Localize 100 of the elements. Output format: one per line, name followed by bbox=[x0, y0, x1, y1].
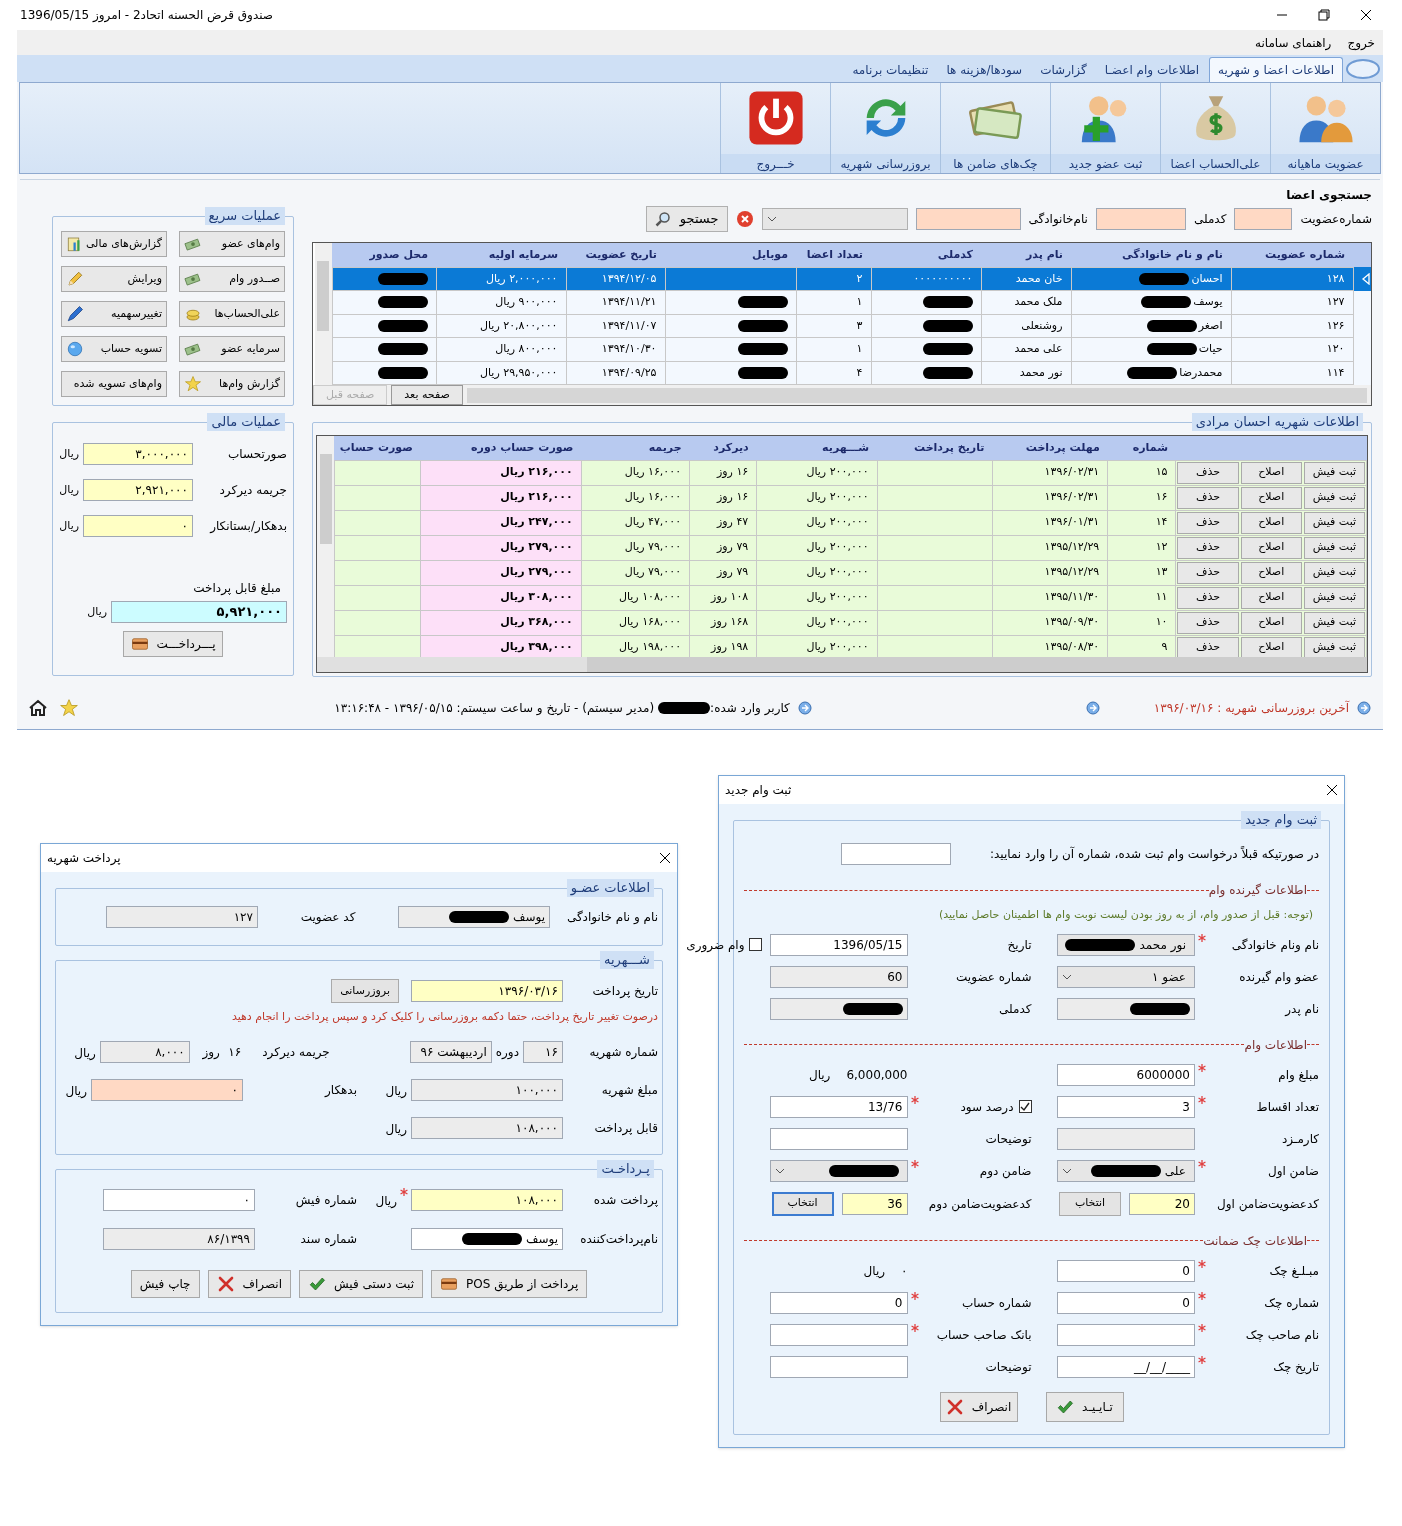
input-field[interactable] bbox=[769, 1127, 908, 1150]
row-action-button[interactable]: حذف bbox=[1177, 486, 1239, 509]
column-header[interactable]: شـــهریه bbox=[756, 436, 878, 460]
row-action-button[interactable]: ثبت فیش bbox=[1303, 536, 1365, 559]
refresh-button[interactable]: بروزرسانی bbox=[331, 979, 399, 1003]
table-row[interactable]: ۱۲۶ اصغر روشنعلی ۳ ۱۳۹۴/۱۱/۰۷ ۲۰,۸۰۰,۰۰۰ ریال bbox=[332, 314, 1371, 338]
column-header[interactable]: شماره bbox=[1107, 436, 1176, 460]
row-action-button[interactable]: اصلاح bbox=[1240, 536, 1302, 559]
input-field[interactable] bbox=[1234, 208, 1293, 230]
row-action-button[interactable]: ثبت فیش bbox=[1303, 486, 1365, 509]
input-field[interactable]: 0 bbox=[1057, 1259, 1195, 1282]
toolbar-button[interactable]: بروزرسانی شهریه bbox=[830, 83, 940, 173]
search-button[interactable]: جستجو bbox=[645, 206, 728, 232]
input-field[interactable]: ۱۳۹۶/۰۳/۱۶ bbox=[411, 980, 563, 1002]
toolbar-button[interactable]: علی‌الحساب اعضا bbox=[1160, 83, 1270, 173]
row-action-button[interactable]: حذف bbox=[1177, 536, 1239, 559]
row-action-button[interactable]: اصلاح bbox=[1240, 461, 1302, 484]
row-action-button[interactable]: ثبت فیش bbox=[1303, 586, 1365, 609]
input-field[interactable] bbox=[769, 1355, 908, 1378]
column-header[interactable]: شماره عضویت bbox=[1231, 243, 1353, 267]
column-header[interactable]: سرمایه اولیه bbox=[436, 243, 566, 267]
row-action-button[interactable]: ثبت فیش bbox=[1303, 611, 1365, 634]
select-button[interactable]: انتخاب bbox=[771, 1191, 834, 1216]
quick-action-button[interactable]: گزارش‌های مالی bbox=[61, 231, 167, 257]
column-header[interactable]: کدملی bbox=[871, 243, 981, 267]
input-field[interactable]: 20 bbox=[1129, 1192, 1195, 1215]
column-header[interactable]: مهلت پرداخت bbox=[992, 436, 1108, 460]
dialog-button[interactable]: چاپ فیش bbox=[130, 1269, 200, 1298]
pay-button[interactable]: پـــرداخـــت bbox=[123, 631, 223, 657]
column-header[interactable]: صورت حساب دوره bbox=[420, 436, 582, 460]
quick-action-button[interactable]: گزارش وام‌ها bbox=[179, 371, 285, 397]
close-icon[interactable] bbox=[1360, 9, 1372, 21]
toolbar-button[interactable]: عضویت ماهیانه bbox=[1270, 83, 1380, 173]
input-field[interactable]: ۳,۰۰۰,۰۰۰ bbox=[83, 443, 193, 465]
pager-button[interactable]: صفحه بعد bbox=[391, 385, 463, 405]
menu-item[interactable]: راهنمای سامانه bbox=[1254, 33, 1332, 52]
column-header[interactable]: تاریخ پرداخت bbox=[877, 436, 993, 460]
row-action-button[interactable]: حذف bbox=[1177, 511, 1239, 534]
select-button[interactable]: انتخاب bbox=[1059, 1191, 1121, 1216]
input-field[interactable]: یوسف bbox=[398, 906, 550, 928]
input-field[interactable]: 0 bbox=[769, 1291, 908, 1314]
row-action-button[interactable]: اصلاح bbox=[1240, 511, 1302, 534]
row-action-button[interactable]: اصلاح bbox=[1240, 611, 1302, 634]
input-field[interactable]: 3 bbox=[1057, 1095, 1195, 1118]
table-row[interactable]: ۱۲۸ احسان خان محمد ۰۰۰۰۰۰۰۰۰۰ ۲ ۱۳۹۴/۱۲/۰۵ ۲,۰۰۰,۰۰۰ ریال bbox=[332, 267, 1371, 291]
input-field[interactable]: ۰ bbox=[103, 1188, 255, 1211]
close-icon[interactable] bbox=[659, 852, 671, 864]
scrollbar[interactable] bbox=[317, 657, 1367, 672]
tab[interactable]: اطلاعات وام اعضـا bbox=[1096, 57, 1208, 82]
input-field[interactable]: ۱۰۸,۰۰۰ bbox=[411, 1116, 563, 1139]
input-field[interactable]: 1396/05/15 bbox=[769, 933, 908, 956]
input-field[interactable]: اردیبهشت ۹۶ bbox=[409, 1040, 492, 1063]
column-header[interactable]: تعداد اعضا bbox=[796, 243, 871, 267]
row-action-button[interactable]: ثبت فیش bbox=[1303, 461, 1365, 484]
column-header[interactable]: صورت حساب bbox=[334, 436, 421, 460]
quick-action-button[interactable]: علی‌الحساب‌ها bbox=[179, 301, 285, 327]
tab[interactable]: اطلاعات اعضا و شهریه bbox=[1209, 57, 1343, 82]
input-field[interactable]: 13/76 bbox=[769, 1095, 908, 1118]
home-icon[interactable] bbox=[29, 699, 47, 717]
checkbox[interactable] bbox=[748, 938, 762, 951]
table-row[interactable]: ۱۲۰ حیات علی محمد ۱ ۱۳۹۴/۱۰/۳۰ ۸۰۰,۰۰۰ ریال bbox=[332, 337, 1371, 361]
toolbar-button[interactable]: چک‌های ضامن ها bbox=[940, 83, 1050, 173]
tab[interactable]: گزارشات bbox=[1032, 57, 1095, 82]
input-field[interactable] bbox=[769, 997, 908, 1020]
quick-action-button[interactable]: ویرایش bbox=[61, 266, 167, 292]
input-field[interactable] bbox=[1095, 208, 1186, 230]
dialog-button[interactable]: پرداخت از طریق POS bbox=[431, 1269, 588, 1298]
input-field[interactable] bbox=[1057, 1323, 1195, 1346]
input-field[interactable]: 6000000 bbox=[1057, 1063, 1195, 1086]
column-header[interactable]: موبایل bbox=[665, 243, 796, 267]
quick-action-button[interactable]: سرمایه عضو bbox=[179, 336, 285, 362]
input-field[interactable]: ۰ bbox=[83, 515, 193, 537]
star-icon[interactable] bbox=[59, 698, 79, 718]
column-header[interactable]: جریمه bbox=[581, 436, 690, 460]
toolbar-button[interactable]: ثبت عضو جدید bbox=[1050, 83, 1160, 173]
dialog-button[interactable]: ثبت دستی فیش bbox=[299, 1269, 424, 1298]
input-field[interactable]: ۱۶ bbox=[523, 1040, 563, 1063]
scrollbar[interactable] bbox=[317, 436, 334, 657]
input-field[interactable] bbox=[1057, 1127, 1195, 1150]
row-action-button[interactable]: حذف bbox=[1177, 611, 1239, 634]
scrollbar[interactable] bbox=[466, 387, 1367, 403]
row-action-button[interactable]: اصلاح bbox=[1240, 486, 1302, 509]
scrollbar[interactable] bbox=[314, 243, 332, 385]
app-orb-icon[interactable] bbox=[1345, 57, 1381, 80]
column-header[interactable]: محل صدور bbox=[332, 243, 436, 267]
restore-icon[interactable] bbox=[1318, 9, 1330, 21]
input-field[interactable]: ۱۰۰,۰۰۰ bbox=[411, 1078, 563, 1101]
tab[interactable]: تنظیمات برنامه bbox=[844, 57, 937, 82]
column-header[interactable]: نام پدر bbox=[981, 243, 1071, 267]
quick-action-button[interactable]: تسویه حساب bbox=[61, 336, 167, 362]
row-action-button[interactable]: حذف bbox=[1177, 586, 1239, 609]
row-action-button[interactable]: اصلاح bbox=[1240, 636, 1302, 657]
checkbox[interactable] bbox=[1018, 1100, 1032, 1113]
input-field[interactable]: 0 bbox=[1057, 1291, 1195, 1314]
quick-action-button[interactable]: وام‌های تسویه شده bbox=[61, 371, 167, 397]
dropdown[interactable]: علی bbox=[1057, 1159, 1195, 1182]
input-field[interactable]: ۱۲۷ bbox=[106, 906, 258, 928]
column-header[interactable]: دیرکرد bbox=[689, 436, 757, 460]
clear-icon[interactable] bbox=[735, 210, 754, 228]
input-field[interactable]: ۲,۹۲۱,۰۰۰ bbox=[83, 479, 193, 501]
